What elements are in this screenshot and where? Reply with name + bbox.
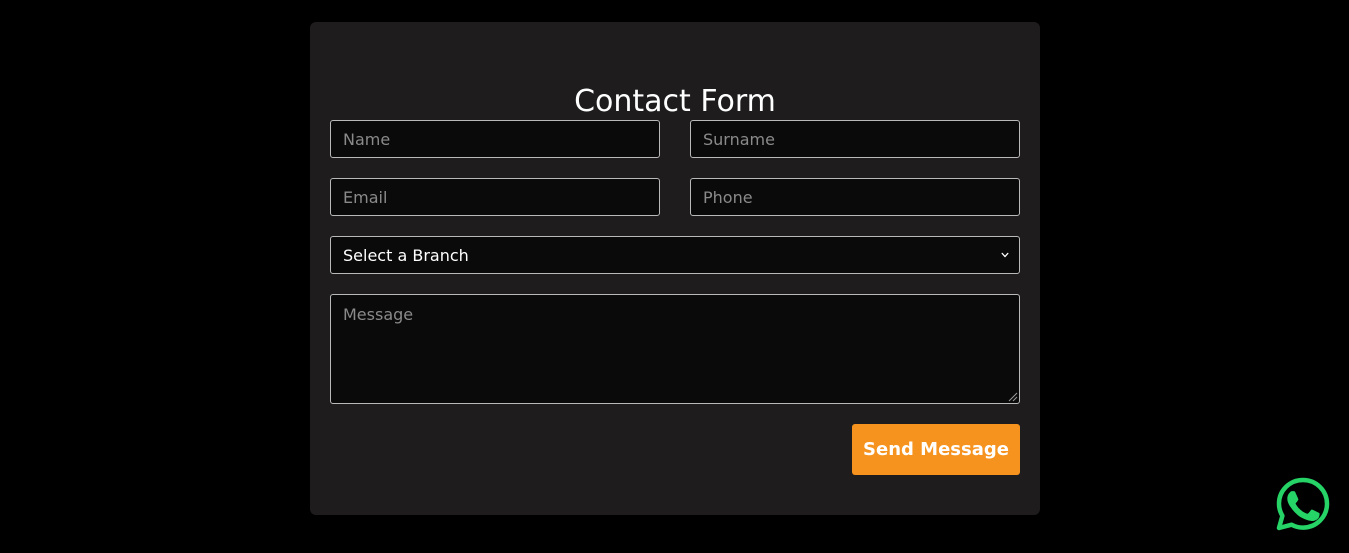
chevron-down-icon bbox=[1001, 252, 1009, 258]
branch-select[interactable]: Select a Branch bbox=[330, 236, 1020, 274]
contact-form-card: Contact Form Select a Branch Send Messag… bbox=[310, 22, 1040, 515]
email-input[interactable] bbox=[330, 178, 660, 216]
resize-grip-icon[interactable] bbox=[1007, 391, 1018, 402]
send-message-button[interactable]: Send Message bbox=[852, 424, 1020, 475]
phone-input[interactable] bbox=[690, 178, 1020, 216]
branch-select-value: Select a Branch bbox=[343, 245, 469, 265]
whatsapp-icon[interactable] bbox=[1276, 477, 1330, 531]
form-title: Contact Form bbox=[574, 84, 776, 119]
message-textarea[interactable] bbox=[330, 294, 1020, 404]
surname-input[interactable] bbox=[690, 120, 1020, 158]
name-input[interactable] bbox=[330, 120, 660, 158]
